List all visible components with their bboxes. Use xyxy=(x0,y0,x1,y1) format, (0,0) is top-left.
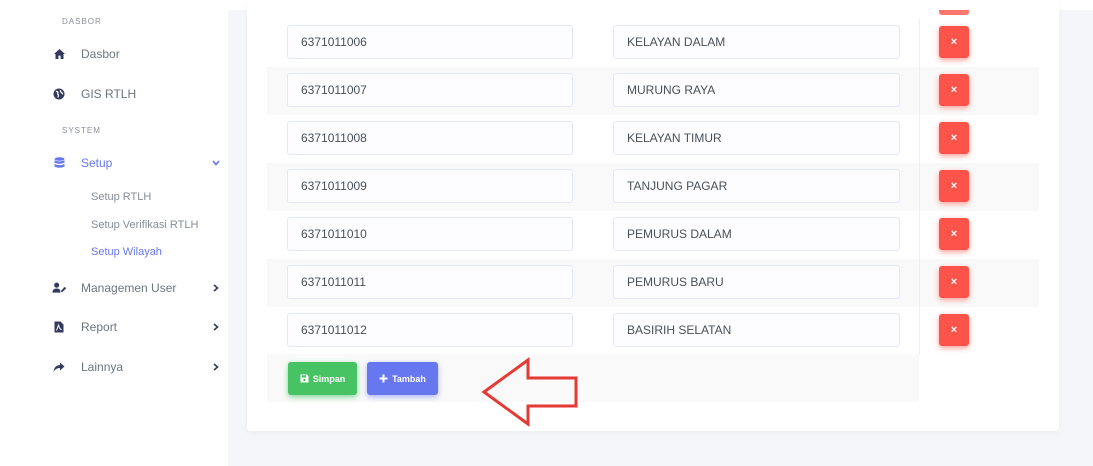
nama-wilayah-input[interactable]: KELAYAN DALAM xyxy=(613,25,900,59)
sidebar-item-label: Lainnya xyxy=(81,360,124,374)
close-icon: × xyxy=(950,180,958,192)
delete-button[interactable]: × xyxy=(939,314,969,346)
close-icon: × xyxy=(950,276,958,288)
column-divider xyxy=(919,67,920,115)
save-button-label: Simpan xyxy=(312,373,346,384)
table-row: 6371011008 KELAYAN TIMUR × xyxy=(267,115,1039,163)
user-cog-icon xyxy=(52,281,66,295)
table-footer-row: Simpan Tambah xyxy=(267,354,919,402)
sidebar-item-label: Setup xyxy=(81,156,113,170)
menu-header-dasbor: DASBOR xyxy=(62,17,102,26)
plus-icon xyxy=(379,374,388,383)
sidebar-item-managemen-user[interactable]: Managemen User xyxy=(52,277,222,299)
sidebar-item-setup[interactable]: Setup xyxy=(52,152,222,174)
database-icon xyxy=(52,156,66,170)
kode-wilayah-input[interactable]: 6371011007 xyxy=(287,73,573,107)
delete-button[interactable]: × xyxy=(939,170,969,202)
delete-button[interactable]: × xyxy=(939,74,969,106)
add-button-label: Tambah xyxy=(392,373,426,384)
nama-wilayah-input[interactable]: TANJUNG PAGAR xyxy=(613,169,900,203)
nama-wilayah-input[interactable]: PEMURUS BARU xyxy=(613,265,900,299)
sidebar-item-gis-rtlh[interactable]: GIS RTLH xyxy=(52,83,222,105)
chevron-down-icon xyxy=(210,157,222,169)
share-arrow-icon xyxy=(52,360,66,374)
menu-header-system: SYSTEM xyxy=(62,126,101,135)
home-icon xyxy=(52,47,66,61)
sidebar-item-dasbor[interactable]: Dasbor xyxy=(52,43,222,65)
table-row: 6371011006 KELAYAN DALAM × xyxy=(267,19,1039,67)
close-icon: × xyxy=(950,36,958,48)
chevron-right-icon xyxy=(210,282,222,294)
delete-button-partial[interactable] xyxy=(939,10,969,15)
close-icon: × xyxy=(950,228,958,240)
table-row: 6371011011 PEMURUS BARU × xyxy=(267,259,1039,307)
chevron-right-icon xyxy=(210,361,222,373)
add-button[interactable]: Tambah xyxy=(367,362,438,395)
globe-icon xyxy=(52,87,66,101)
sidebar: DASBOR Dasbor GIS RTLH SYSTEM Setup Setu… xyxy=(22,10,228,466)
kode-wilayah-input[interactable]: 6371011012 xyxy=(287,313,573,347)
kode-wilayah-input[interactable]: 6371011006 xyxy=(287,25,573,59)
sidebar-subitem-setup-wilayah[interactable]: Setup Wilayah xyxy=(91,246,162,258)
table-row: 6371011007 MURUNG RAYA × xyxy=(267,67,1039,115)
table-row: 6371011009 TANJUNG PAGAR × xyxy=(267,163,1039,211)
nama-wilayah-input[interactable]: MURUNG RAYA xyxy=(613,73,900,107)
column-divider xyxy=(919,163,920,211)
column-divider xyxy=(919,307,920,355)
delete-button[interactable]: × xyxy=(939,266,969,298)
sidebar-item-label: Managemen User xyxy=(81,281,177,295)
chevron-right-icon xyxy=(210,321,222,333)
nama-wilayah-input[interactable]: PEMURUS DALAM xyxy=(613,217,900,251)
kode-wilayah-input[interactable]: 6371011009 xyxy=(287,169,573,203)
sidebar-item-lainnya[interactable]: Lainnya xyxy=(52,356,222,378)
column-divider xyxy=(919,211,920,259)
sidebar-item-label: GIS RTLH xyxy=(81,87,137,101)
sidebar-item-report[interactable]: Report xyxy=(52,316,222,338)
sidebar-item-label: Report xyxy=(81,320,118,334)
file-pdf-icon xyxy=(52,320,66,334)
table-row: 6371011012 BASIRIH SELATAN × xyxy=(267,307,1039,355)
close-icon: × xyxy=(950,84,958,96)
nama-wilayah-input[interactable]: KELAYAN TIMUR xyxy=(613,121,900,155)
delete-button[interactable]: × xyxy=(939,26,969,58)
table-row: 6371011010 PEMURUS DALAM × xyxy=(267,211,1039,259)
save-button[interactable]: Simpan xyxy=(288,362,357,395)
column-divider xyxy=(919,259,920,307)
sidebar-subitem-setup-verifikasi-rtlh[interactable]: Setup Verifikasi RTLH xyxy=(91,219,198,231)
nama-wilayah-input[interactable]: BASIRIH SELATAN xyxy=(613,313,900,347)
close-icon: × xyxy=(950,324,958,336)
delete-button[interactable]: × xyxy=(939,122,969,154)
sidebar-item-label: Dasbor xyxy=(81,47,120,61)
column-divider xyxy=(919,19,920,67)
annotation-arrow-icon xyxy=(481,357,578,427)
close-icon: × xyxy=(950,132,958,144)
kode-wilayah-input[interactable]: 6371011008 xyxy=(287,121,573,155)
kode-wilayah-input[interactable]: 6371011011 xyxy=(287,265,573,299)
kode-wilayah-input[interactable]: 6371011010 xyxy=(287,217,573,251)
column-divider xyxy=(919,115,920,163)
delete-button[interactable]: × xyxy=(939,218,969,250)
save-icon xyxy=(300,374,309,383)
sidebar-subitem-setup-rtlh[interactable]: Setup RTLH xyxy=(91,191,151,203)
